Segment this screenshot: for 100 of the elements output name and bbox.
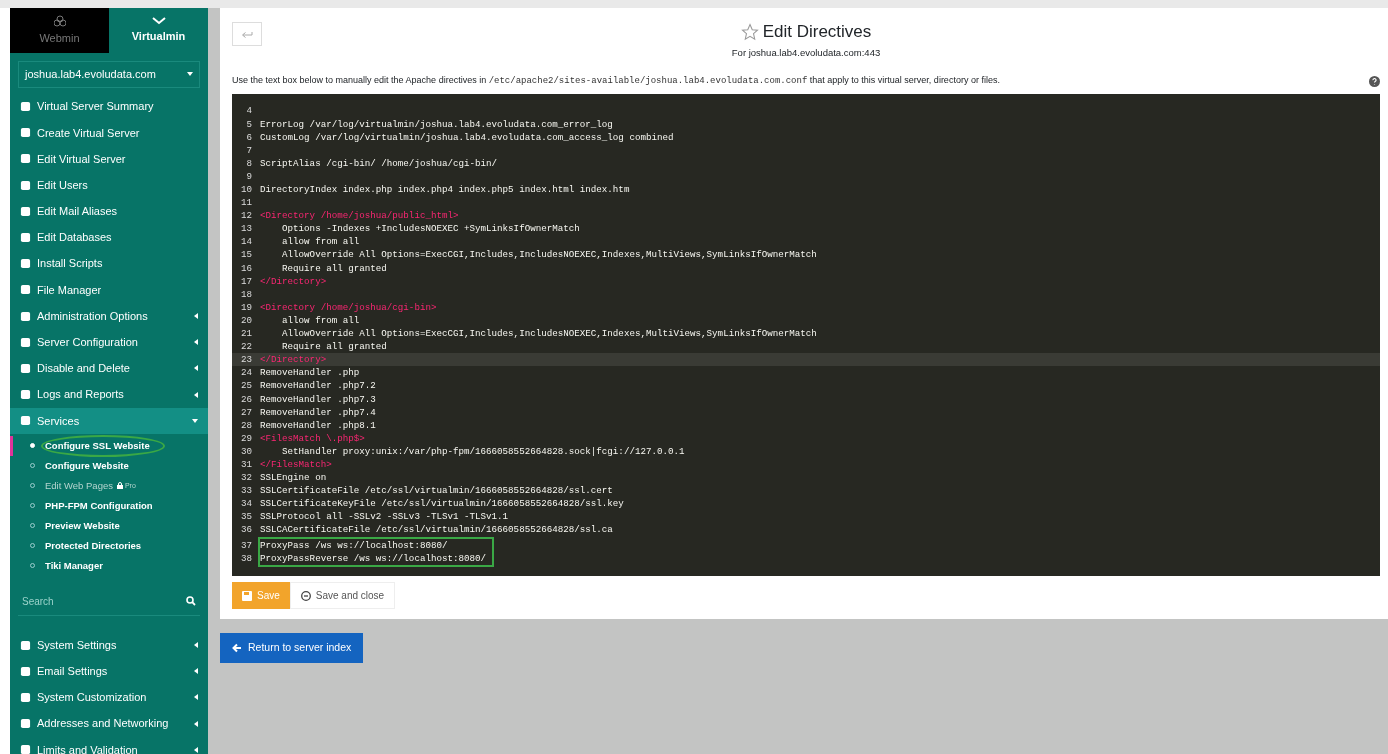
- code-line: SSLCACertificateFile /etc/ssl/virtualmin/1666058552664828/ssl.ca: [259, 523, 613, 537]
- menu-item[interactable]: Edit Virtual Server: [10, 145, 208, 173]
- menu-item[interactable]: Logs and Reports: [10, 381, 208, 408]
- line-number: 34: [239, 497, 253, 511]
- menu-icon: [20, 232, 31, 244]
- line-number: 8: [245, 156, 253, 170]
- line-number: 16: [239, 261, 253, 275]
- switcher-tab[interactable]: Webmin: [10, 8, 109, 53]
- line-number: 21: [239, 327, 253, 341]
- code-line: DirectoryIndex index.php index.php4 index.php5 index.html index.htm: [259, 183, 630, 197]
- menu-item[interactable]: Addresses and Networking: [10, 710, 208, 737]
- menu-item[interactable]: Edit Databases: [10, 224, 208, 251]
- code-line: Require all granted: [281, 261, 387, 275]
- help-icon[interactable]: [1369, 75, 1380, 87]
- caret-icon: [194, 668, 198, 675]
- submenu-item[interactable]: PHP-FPM Configuration: [10, 495, 208, 516]
- search-field[interactable]: Search: [22, 591, 186, 611]
- save-and-close-button[interactable]: Save and close: [289, 582, 396, 610]
- line-number: 38: [239, 551, 253, 565]
- menu-icon: [20, 205, 31, 217]
- menu-item[interactable]: Services: [10, 407, 208, 434]
- line-number: 23: [239, 353, 253, 367]
- menu-icon: [20, 127, 31, 139]
- menu-icon: [20, 153, 31, 165]
- return-button[interactable]: Return to server index: [220, 633, 364, 664]
- line-number: 32: [239, 471, 253, 485]
- code-line: CustomLog /var/log/virtualmin/joshua.lab4.evoludata.com_access_log combined: [259, 130, 674, 144]
- menu-item[interactable]: Create Virtual Server: [10, 119, 208, 146]
- menu-item[interactable]: Edit Mail Aliases: [10, 198, 208, 225]
- menu-icon: [20, 665, 31, 677]
- code-line: ProxyPassReverse /ws ws://localhost:8080/: [259, 551, 487, 565]
- caret-icon: [194, 365, 198, 372]
- caret-icon: [194, 694, 198, 701]
- menu-item[interactable]: Server Configuration: [10, 329, 208, 356]
- caret-icon: [194, 313, 198, 320]
- caret-icon: [187, 72, 193, 77]
- line-number: 7: [245, 143, 253, 157]
- caret-icon: [194, 720, 198, 727]
- submenu-item[interactable]: Tiki Manager: [10, 555, 208, 576]
- line-number: 10: [239, 183, 253, 197]
- back-arrow-icon: [241, 30, 253, 39]
- tag-code-line: <Directory /home/joshua/cgi-bin>: [259, 300, 437, 314]
- code-editor[interactable]: [232, 94, 1380, 577]
- menu-item[interactable]: Administration Options: [10, 303, 208, 330]
- menu-item[interactable]: Install Scripts: [10, 250, 208, 277]
- chevron-icon: [151, 16, 166, 25]
- menu-item[interactable]: System Settings: [10, 631, 208, 659]
- caret-icon: [194, 391, 198, 398]
- line-number: 11: [239, 196, 253, 210]
- line-number: 29: [239, 431, 253, 445]
- code-line: allow from all: [281, 313, 360, 328]
- tag-code-line: </FilesMatch>: [259, 457, 332, 472]
- domain-select[interactable]: joshua.lab4.evoludata.com: [18, 61, 200, 88]
- intro-text: Use the text box below to manually edit the Apache directives in /etc/apache2/sites-available/joshua.lab4.evoludata.com.conf that apply to this virtual server, directory or files.: [232, 73, 1000, 88]
- code-line: ErrorLog /var/log/virtualmin/joshua.lab4.evoludata.com_error_log: [259, 117, 613, 131]
- lock-icon: [116, 482, 123, 490]
- line-number: 35: [239, 510, 253, 524]
- tag-code-line: </Directory>: [259, 274, 327, 288]
- menu-item[interactable]: System Customization: [10, 684, 208, 711]
- menu-item[interactable]: Disable and Delete: [10, 355, 208, 382]
- line-number: 25: [239, 379, 253, 393]
- menu-icon: [20, 415, 31, 427]
- line-number: 20: [239, 313, 253, 328]
- menu-item[interactable]: File Manager: [10, 276, 208, 303]
- line-number: 13: [239, 222, 253, 236]
- line-number: 33: [239, 484, 253, 498]
- menu-icon: [20, 389, 31, 401]
- line-number: 37: [239, 538, 253, 552]
- line-number: 5: [245, 117, 253, 131]
- caret-icon: [194, 339, 198, 346]
- code-line: AllowOverride All Options=ExecCGI,Includes,IncludesNOEXEC,Indexes,MultiViews,SymLinksIfOwnerMatch: [281, 327, 817, 341]
- menu-item[interactable]: Edit Users: [10, 172, 208, 199]
- tag-code-line: </Directory>: [259, 353, 327, 367]
- line-number: 22: [239, 340, 253, 354]
- search-icon: [186, 596, 196, 607]
- submenu-item[interactable]: Preview Website: [10, 515, 208, 536]
- menu-icon: [20, 718, 31, 730]
- line-number: 4: [245, 104, 253, 118]
- menu-item[interactable]: Virtual Server Summary: [10, 93, 208, 120]
- code-line: RemoveHandler .php: [259, 366, 360, 380]
- submenu-item[interactable]: Configure Website: [10, 455, 208, 476]
- code-line: SSLProtocol all -SSLv2 -SSLv3 -TLSv1 -TLSv1.1: [259, 510, 509, 524]
- page-title: Edit Directives: [762, 22, 872, 43]
- submenu-item[interactable]: Protected Directories: [10, 535, 208, 556]
- code-line: SetHandler proxy:unix:/var/php-fpm/1666058552664828.sock|fcgi://127.0.0.1: [281, 444, 685, 458]
- floppy-icon: [242, 590, 252, 601]
- menu-item[interactable]: Limits and Validation: [10, 736, 208, 754]
- menu-icon: [20, 336, 31, 348]
- code-line: SSLCertificateKeyFile /etc/ssl/virtualmin/1666058552664828/ssl.key: [259, 497, 624, 511]
- code-line: RemoveHandler .php7.2: [259, 379, 376, 393]
- submenu-item[interactable]: Configure SSL Website: [10, 435, 208, 456]
- code-line: RemoveHandler .php7.4: [259, 405, 376, 419]
- line-number: 6: [245, 130, 253, 144]
- menu-icon: [20, 101, 31, 113]
- star-icon: [740, 23, 759, 42]
- line-number: 17: [239, 274, 253, 288]
- code-line: allow from all: [281, 235, 360, 249]
- menu-icon: [20, 691, 31, 703]
- menu-item[interactable]: Email Settings: [10, 658, 208, 685]
- cog-icon: [53, 14, 66, 27]
